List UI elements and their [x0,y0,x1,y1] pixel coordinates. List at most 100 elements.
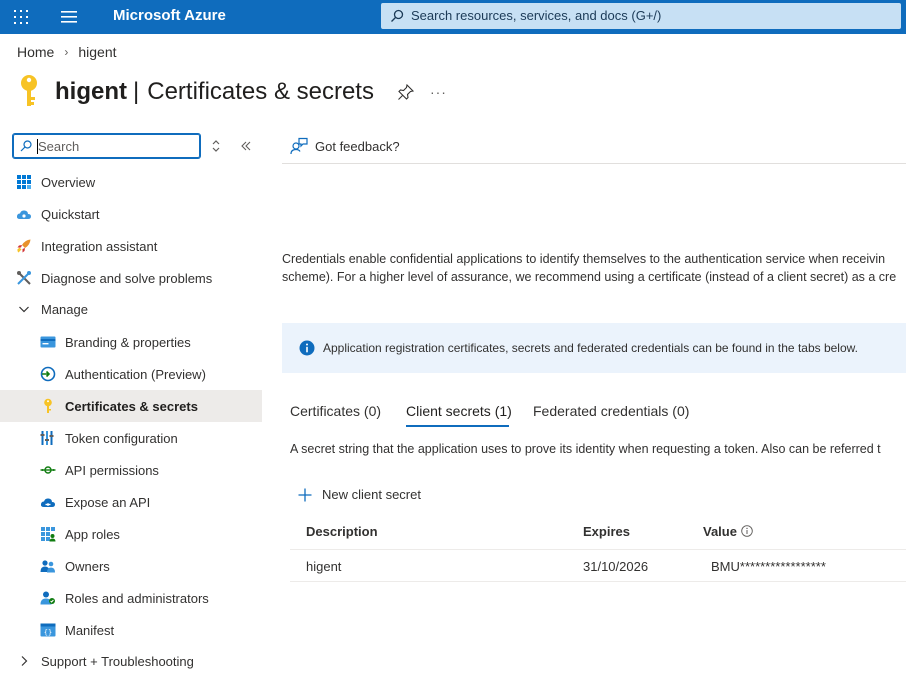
cloud-api-icon [40,498,55,507]
key-icon [21,75,37,106]
sort-updown-icon[interactable] [210,139,222,153]
sidebar-item-label: Branding & properties [65,335,191,350]
info-circle-icon[interactable] [741,525,753,537]
table-header-row: Description Expires Value [290,514,906,550]
sidebar-item-label: App roles [65,527,120,542]
sidebar-item-app-roles[interactable]: App roles [0,518,262,550]
sidebar-item-roles-administrators[interactable]: Roles and administrators [0,582,262,614]
global-search-placeholder: Search resources, services, and docs (G+… [411,8,662,23]
rocket-icon [17,239,31,253]
breadcrumb-current[interactable]: higent [78,44,116,60]
overview-grid-icon [17,175,31,189]
column-header-description: Description [306,524,378,539]
client-secrets-description: A secret string that the application use… [290,442,881,456]
sidebar-item-label: Token configuration [65,431,178,446]
svg-text:{}: {} [44,629,52,637]
sidebar-item-api-permissions[interactable]: API permissions [0,454,262,486]
sidebar-nav: Overview Quickstart Integration assistan… [0,166,262,676]
sidebar-item-overview[interactable]: Overview [0,166,262,198]
sidebar-item-quickstart[interactable]: Quickstart [0,198,262,230]
page-header: higent | Certificates & secrets ··· [17,72,447,112]
page-title: Certificates & secrets [147,78,374,105]
sidebar-item-label: Quickstart [41,207,100,222]
hamburger-menu-icon[interactable] [60,9,78,25]
top-bar: Microsoft Azure Search resources, servic… [0,0,906,34]
chevron-right-icon [21,656,28,666]
app-roles-grid-icon [41,527,56,542]
client-secrets-table: Description Expires Value higent 31/10/2… [290,514,906,582]
sidebar-section-label: Manage [41,302,88,317]
search-icon [20,140,32,152]
owners-icon [40,560,55,573]
sidebar-item-token-configuration[interactable]: Token configuration [0,422,262,454]
sidebar-item-label: Certificates & secrets [65,399,198,414]
breadcrumb-chevron-icon: › [64,45,69,59]
info-icon [299,340,315,356]
breadcrumb-home[interactable]: Home [17,44,54,60]
global-search-box[interactable]: Search resources, services, and docs (G+… [381,3,901,29]
sidebar-item-label: Authentication (Preview) [65,367,206,382]
authentication-icon [40,366,56,382]
brand-title[interactable]: Microsoft Azure [113,7,226,24]
sidebar-section-manage[interactable]: Manage [0,294,262,324]
plus-icon [298,488,312,501]
sidebar-item-diagnose[interactable]: Diagnose and solve problems [0,262,262,294]
column-header-value-label: Value [703,524,737,539]
secret-expires: 31/10/2026 [583,559,649,574]
new-client-secret-button[interactable]: New client secret [298,487,421,502]
portal-menu-grid-icon[interactable] [13,9,29,25]
sidebar-item-label: Manifest [65,623,115,638]
secret-description: higent [306,559,342,574]
wrench-icon [17,271,31,285]
cloud-icon [16,210,31,219]
sidebar-item-label: Expose an API [65,495,151,510]
feedback-button[interactable]: Got feedback? [290,137,400,155]
column-header-value: Value [703,524,753,539]
feedback-person-icon [290,137,308,155]
sidebar-item-owners[interactable]: Owners [0,550,262,582]
more-options-icon[interactable]: ··· [430,84,447,100]
api-permissions-icon [40,466,56,474]
sidebar-item-certificates-secrets[interactable]: Certificates & secrets [0,390,262,422]
app-name-title: higent [55,78,127,105]
toolbar-divider [282,163,906,164]
tab-federated-credentials[interactable]: Federated credentials (0) [533,403,689,419]
sidebar-item-expose-api[interactable]: Expose an API [0,486,262,518]
sidebar-item-label: Overview [41,175,96,190]
pin-icon[interactable] [398,84,414,100]
roles-admin-icon [40,591,55,605]
branding-icon [40,336,56,348]
sidebar-section-label: Support + Troubleshooting [41,654,194,669]
sidebar-item-label: Roles and administrators [65,591,209,606]
tab-certificates[interactable]: Certificates (0) [290,403,381,419]
secret-value: BMU***************** [711,559,826,574]
active-tab-indicator [406,425,509,427]
search-icon [391,9,404,22]
info-banner: Application registration certificates, s… [282,323,906,373]
collapse-sidebar-icon[interactable] [240,140,252,152]
sidebar-item-label: Owners [65,559,110,574]
table-row: higent 31/10/2026 BMU***************** [290,550,906,582]
manifest-icon: {} [40,623,56,637]
new-client-secret-label: New client secret [322,487,421,502]
sidebar-search-placeholder: Search [38,139,80,154]
key-icon [44,398,52,413]
sidebar-item-branding[interactable]: Branding & properties [0,326,262,358]
info-banner-text: Application registration certificates, s… [323,341,858,355]
description-line: Credentials enable confidential applicat… [282,252,886,266]
tab-client-secrets[interactable]: Client secrets (1) [406,403,512,419]
title-separator: | [133,78,140,105]
sidebar-item-authentication[interactable]: Authentication (Preview) [0,358,262,390]
sidebar-item-manifest[interactable]: {} Manifest [0,614,262,646]
credentials-description: Credentials enable confidential applicat… [282,250,906,286]
sidebar-item-integration-assistant[interactable]: Integration assistant [0,230,262,262]
sidebar-item-label: Diagnose and solve problems [41,271,213,286]
token-bars-icon [40,431,54,445]
chevron-down-icon [19,306,29,313]
breadcrumb: Home › higent [17,44,117,60]
sidebar-search-input[interactable]: Search [12,133,201,159]
sidebar-item-label: Integration assistant [41,239,158,254]
sidebar-item-label: API permissions [65,463,159,478]
sidebar-section-support[interactable]: Support + Troubleshooting [0,646,262,676]
column-header-expires: Expires [583,524,630,539]
